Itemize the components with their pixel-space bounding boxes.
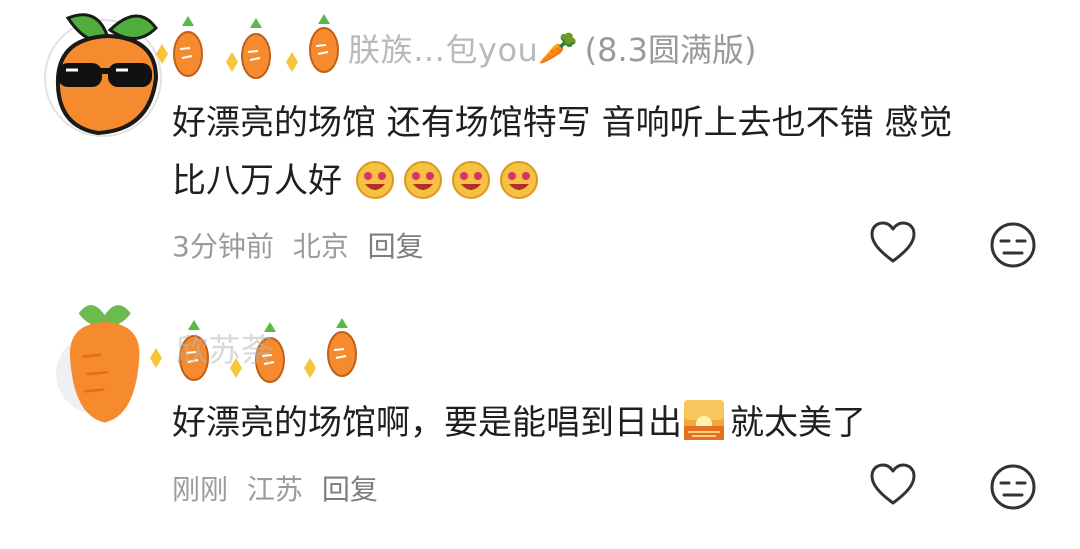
laughing-face-emoji-icon <box>451 161 490 199</box>
comment-text-fragment: 好漂亮的场馆啊，要是能唱到日出 <box>172 403 682 443</box>
laughing-face-emoji-icon <box>499 161 538 199</box>
neutral-face-icon[interactable] <box>988 462 1038 512</box>
comment-location: 江苏 <box>246 473 303 506</box>
comment-meta: 刚刚 江苏 回复 <box>172 468 388 508</box>
sunrise-emoji-icon <box>684 400 724 440</box>
comment-item: 欣苏荼 好漂亮的场馆啊，要是能唱到日出 就太美了 刚刚 江苏 回复 <box>0 290 1080 549</box>
username[interactable]: 朕族…包you <box>348 25 538 71</box>
comment-text: 好漂亮的场馆 还有场馆特写 音响听上去也不错 感觉 比八万人好 <box>172 94 1052 210</box>
comment-meta: 3分钟前 北京 回复 <box>172 225 434 265</box>
laughing-face-emoji-icon <box>403 161 442 199</box>
laughing-face-emoji-icon <box>355 161 394 199</box>
comment-text: 好漂亮的场馆啊，要是能唱到日出 就太美了 <box>172 394 1052 452</box>
neutral-face-icon[interactable] <box>988 220 1038 270</box>
comment-text-line: 比八万人好 <box>172 152 1052 210</box>
username[interactable]: 欣苏荼 <box>176 325 274 371</box>
username-row: 朕族…包you 🥕 (8.3圆满版) <box>348 18 757 78</box>
comment-text-fragment: 就太美了 <box>730 403 866 443</box>
comment-text-line: 好漂亮的场馆 还有场馆特写 音响听上去也不错 感觉 <box>172 103 953 143</box>
comment-time: 刚刚 <box>172 473 229 506</box>
carrot-badge-icon <box>156 14 339 79</box>
username-row: 欣苏荼 <box>176 318 274 378</box>
heart-outline-icon[interactable] <box>868 460 918 510</box>
reply-button[interactable]: 回复 <box>368 230 424 263</box>
user-version: (8.3圆满版) <box>584 31 757 69</box>
comment-item: 朕族…包you 🥕 (8.3圆满版) 好漂亮的场馆 还有场馆特写 音响听上去也不… <box>0 0 1080 290</box>
heart-outline-icon[interactable] <box>868 218 918 268</box>
reply-button[interactable]: 回复 <box>322 473 378 506</box>
carrot-emoji-icon: 🥕 <box>538 29 579 67</box>
comment-location: 北京 <box>292 230 349 263</box>
comment-feed: 朕族…包you 🥕 (8.3圆满版) 好漂亮的场馆 还有场馆特写 音响听上去也不… <box>0 0 1080 549</box>
comment-text-fragment: 比八万人好 <box>172 161 342 201</box>
comment-time: 3分钟前 <box>172 230 274 263</box>
